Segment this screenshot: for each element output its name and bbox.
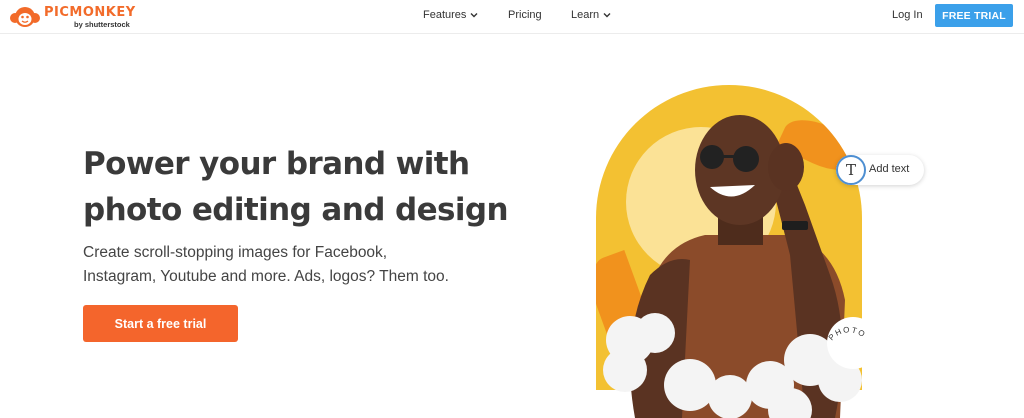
headline-line-1: Power your brand with — [83, 146, 470, 182]
monkey-logo-icon — [10, 7, 40, 27]
top-nav: PICMONKEY by shutterstock Features Prici… — [0, 0, 1024, 34]
nav-pricing[interactable]: Pricing — [508, 9, 542, 21]
add-text-label: Add text — [869, 163, 910, 175]
chevron-down-icon — [470, 13, 478, 18]
nav-pricing-label: Pricing — [508, 9, 542, 21]
nav-features-label: Features — [423, 9, 467, 21]
brand-name: PICMONKEY — [44, 4, 136, 20]
nav-learn[interactable]: Learn — [571, 9, 611, 21]
chevron-down-icon — [603, 13, 611, 18]
subtext-line-2: Instagram, Youtube and more. Ads, logos?… — [83, 268, 449, 285]
brand-byline: by shutterstock — [74, 19, 130, 29]
headline-line-2: photo editing and design — [83, 192, 509, 228]
subtext-line-1: Create scroll-stopping images for Facebo… — [83, 244, 388, 261]
start-free-trial-button[interactable]: Start a free trial — [83, 305, 238, 342]
hero-subtext: Create scroll-stopping images for Facebo… — [83, 241, 463, 289]
text-tool-icon: T — [836, 155, 866, 185]
picmonkey-logo[interactable]: PICMONKEY by shutterstock — [9, 3, 139, 31]
nav-learn-label: Learn — [571, 9, 600, 21]
nav-features[interactable]: Features — [423, 9, 478, 21]
photo-sticker: PHOTO — [827, 317, 879, 369]
add-text-chip: T Add text — [836, 155, 924, 185]
hero-headline: Power your brand with photo editing and … — [83, 141, 513, 233]
free-trial-button[interactable]: FREE TRIAL — [935, 4, 1013, 27]
hero-illustration: PHOTO T Add text — [590, 85, 924, 418]
login-link[interactable]: Log In — [892, 9, 923, 21]
